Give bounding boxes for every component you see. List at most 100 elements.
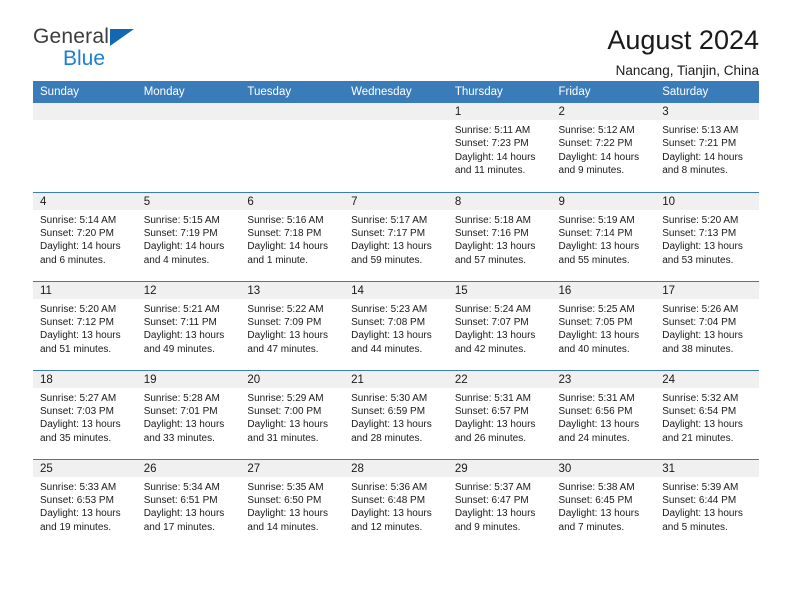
sunrise-text: Sunrise: 5:18 AM (454, 214, 531, 226)
sunrise-text: Sunrise: 5:38 AM (558, 481, 635, 493)
sunset-text: Sunset: 7:21 PM (662, 138, 737, 150)
daylight-text-line1: Daylight: 13 hours (143, 508, 225, 520)
daylight-text-line2: and 57 minutes. (454, 254, 526, 266)
daylight-text-line2: and 59 minutes. (351, 254, 423, 266)
day-number (136, 103, 241, 120)
day-number: 24 (655, 370, 759, 388)
weekday-header-wednesday: Wednesday (344, 81, 448, 103)
daylight-text-line1: Daylight: 14 hours (662, 151, 743, 163)
calendar-day-cell[interactable]: 17 Sunrise: 5:26 AM Sunset: 7:04 PM Dayligh… (655, 280, 759, 370)
calendar-day-cell[interactable]: 7 Sunrise: 5:17 AM Sunset: 7:17 PM Daylight… (344, 191, 448, 281)
daylight-text-line1: Daylight: 14 hours (143, 241, 225, 253)
calendar-day-cell[interactable]: 19 Sunrise: 5:28 AM Sunset: 7:01 PM Dayligh… (136, 369, 241, 459)
daylight-text-line1: Daylight: 13 hours (454, 419, 536, 431)
calendar-day-cell[interactable]: 29 Sunrise: 5:37 AM Sunset: 6:47 PM Dayligh… (447, 458, 552, 548)
day-details: Sunrise: 5:24 AM Sunset: 7:07 PM Daylight:… (448, 299, 552, 357)
weekday-header-row: Sunday Monday Tuesday Wednesday Thursday… (33, 81, 759, 103)
day-number: 28 (344, 459, 448, 477)
daylight-text-line2: and 44 minutes. (351, 343, 423, 355)
daylight-text-line2: and 5 minutes. (662, 521, 728, 533)
sunset-text: Sunset: 7:12 PM (40, 316, 114, 328)
daylight-text-line2: and 8 minutes. (662, 165, 728, 177)
day-details: Sunrise: 5:34 AM Sunset: 6:51 PM Daylight:… (137, 477, 241, 535)
day-details: Sunrise: 5:11 AM Sunset: 7:23 PM Daylight:… (448, 120, 552, 178)
daylight-text-line1: Daylight: 13 hours (558, 241, 640, 253)
daylight-text-line2: and 35 minutes. (40, 432, 112, 444)
day-number: 8 (447, 192, 552, 210)
daylight-text-line2: and 28 minutes. (351, 432, 423, 444)
sunrise-text: Sunrise: 5:22 AM (247, 303, 324, 315)
day-details: Sunrise: 5:21 AM Sunset: 7:11 PM Daylight:… (137, 299, 241, 357)
sunrise-text: Sunrise: 5:20 AM (40, 303, 117, 315)
calendar-day-cell[interactable]: 24 Sunrise: 5:32 AM Sunset: 6:54 PM Dayligh… (655, 369, 759, 459)
calendar-day-cell[interactable]: 8 Sunrise: 5:18 AM Sunset: 7:16 PM Daylight… (447, 191, 552, 281)
weekday-header-friday: Friday (551, 81, 656, 103)
calendar-day-cell[interactable]: 4 Sunrise: 5:14 AM Sunset: 7:20 PM Daylight… (33, 191, 137, 281)
daylight-text-line2: and 21 minutes. (662, 432, 734, 444)
calendar-day-cell[interactable]: 11 Sunrise: 5:20 AM Sunset: 7:12 PM Dayligh… (33, 280, 137, 370)
calendar-day-cell[interactable]: 20 Sunrise: 5:29 AM Sunset: 7:00 PM Dayligh… (240, 369, 345, 459)
sunrise-text: Sunrise: 5:19 AM (558, 214, 635, 226)
daylight-text-line1: Daylight: 13 hours (454, 241, 536, 253)
general-blue-logo[interactable]: General Blue (33, 26, 135, 70)
calendar-day-cell[interactable]: 21 Sunrise: 5:30 AM Sunset: 6:59 PM Dayligh… (344, 369, 448, 459)
calendar-day-cell[interactable]: 10 Sunrise: 5:20 AM Sunset: 7:13 PM Dayligh… (655, 191, 759, 281)
calendar-day-cell[interactable]: 18 Sunrise: 5:27 AM Sunset: 7:03 PM Dayligh… (33, 369, 137, 459)
daylight-text-line1: Daylight: 13 hours (454, 508, 536, 520)
day-number: 20 (240, 370, 345, 388)
day-details: Sunrise: 5:14 AM Sunset: 7:20 PM Daylight:… (33, 210, 137, 268)
day-number: 12 (136, 281, 241, 299)
day-details: Sunrise: 5:25 AM Sunset: 7:05 PM Daylight:… (552, 299, 656, 357)
daylight-text-line2: and 38 minutes. (662, 343, 734, 355)
day-number: 7 (344, 192, 448, 210)
logo-word-blue: Blue (63, 47, 106, 70)
day-number (33, 103, 137, 120)
calendar-day-cell[interactable]: 16 Sunrise: 5:25 AM Sunset: 7:05 PM Dayligh… (551, 280, 656, 370)
day-number: 22 (447, 370, 552, 388)
day-details: Sunrise: 5:38 AM Sunset: 6:45 PM Daylight:… (552, 477, 656, 535)
sunset-text: Sunset: 7:05 PM (558, 316, 633, 328)
calendar-day-cell[interactable]: 1 Sunrise: 5:11 AM Sunset: 7:23 PM Daylight… (447, 103, 552, 192)
calendar-day-cell[interactable]: 13 Sunrise: 5:22 AM Sunset: 7:09 PM Dayligh… (240, 280, 345, 370)
logo-top-row: General (33, 26, 135, 47)
sunset-text: Sunset: 7:17 PM (351, 227, 426, 239)
weekday-header-thursday: Thursday (447, 81, 552, 103)
calendar-day-cell[interactable]: 25 Sunrise: 5:33 AM Sunset: 6:53 PM Dayligh… (33, 458, 137, 548)
sunset-text: Sunset: 6:57 PM (454, 405, 529, 417)
calendar-day-cell[interactable]: 15 Sunrise: 5:24 AM Sunset: 7:07 PM Dayligh… (447, 280, 552, 370)
calendar-day-cell[interactable]: 14 Sunrise: 5:23 AM Sunset: 7:08 PM Dayligh… (344, 280, 448, 370)
calendar-day-cell[interactable]: 2 Sunrise: 5:12 AM Sunset: 7:22 PM Daylight… (551, 103, 656, 192)
daylight-text-line2: and 33 minutes. (143, 432, 215, 444)
sunrise-text: Sunrise: 5:15 AM (143, 214, 220, 226)
calendar-day-cell[interactable]: 28 Sunrise: 5:36 AM Sunset: 6:48 PM Dayligh… (344, 458, 448, 548)
day-number: 23 (551, 370, 656, 388)
calendar-day-cell[interactable]: 5 Sunrise: 5:15 AM Sunset: 7:19 PM Daylight… (136, 191, 241, 281)
day-number (240, 103, 345, 120)
day-details: Sunrise: 5:26 AM Sunset: 7:04 PM Daylight:… (655, 299, 759, 357)
day-number: 27 (240, 459, 345, 477)
calendar-day-cell[interactable]: 26 Sunrise: 5:34 AM Sunset: 6:51 PM Dayligh… (136, 458, 241, 548)
calendar-day-cell[interactable]: 9 Sunrise: 5:19 AM Sunset: 7:14 PM Daylight… (551, 191, 656, 281)
day-number: 5 (136, 192, 241, 210)
calendar-day-cell[interactable]: 6 Sunrise: 5:16 AM Sunset: 7:18 PM Daylight… (240, 191, 345, 281)
sunrise-text: Sunrise: 5:24 AM (454, 303, 531, 315)
calendar-day-cell[interactable]: 22 Sunrise: 5:31 AM Sunset: 6:57 PM Dayligh… (447, 369, 552, 459)
calendar-day-cell[interactable]: 23 Sunrise: 5:31 AM Sunset: 6:56 PM Dayligh… (551, 369, 656, 459)
sunset-text: Sunset: 7:00 PM (247, 405, 322, 417)
calendar-day-cell[interactable]: 31 Sunrise: 5:39 AM Sunset: 6:44 PM Dayligh… (655, 458, 759, 548)
calendar-day-cell[interactable]: 27 Sunrise: 5:35 AM Sunset: 6:50 PM Dayligh… (240, 458, 345, 548)
calendar-day-cell[interactable]: 30 Sunrise: 5:38 AM Sunset: 6:45 PM Dayligh… (551, 458, 656, 548)
day-details: Sunrise: 5:28 AM Sunset: 7:01 PM Daylight:… (137, 388, 241, 446)
daylight-text-line1: Daylight: 13 hours (558, 508, 640, 520)
sunrise-text: Sunrise: 5:16 AM (247, 214, 324, 226)
calendar-page: General Blue August 2024 Nancang, Tianji… (0, 0, 792, 612)
sunrise-text: Sunrise: 5:31 AM (454, 392, 531, 404)
daylight-text-line2: and 19 minutes. (40, 521, 112, 533)
sunrise-text: Sunrise: 5:14 AM (40, 214, 117, 226)
calendar-day-cell[interactable]: 12 Sunrise: 5:21 AM Sunset: 7:11 PM Dayligh… (136, 280, 241, 370)
daylight-text-line1: Daylight: 13 hours (351, 508, 432, 520)
calendar-day-cell[interactable]: 3 Sunrise: 5:13 AM Sunset: 7:21 PM Daylight… (655, 103, 759, 192)
daylight-text-line2: and 12 minutes. (351, 521, 423, 533)
sunset-text: Sunset: 7:22 PM (558, 138, 633, 150)
day-details: Sunrise: 5:27 AM Sunset: 7:03 PM Daylight:… (33, 388, 137, 446)
